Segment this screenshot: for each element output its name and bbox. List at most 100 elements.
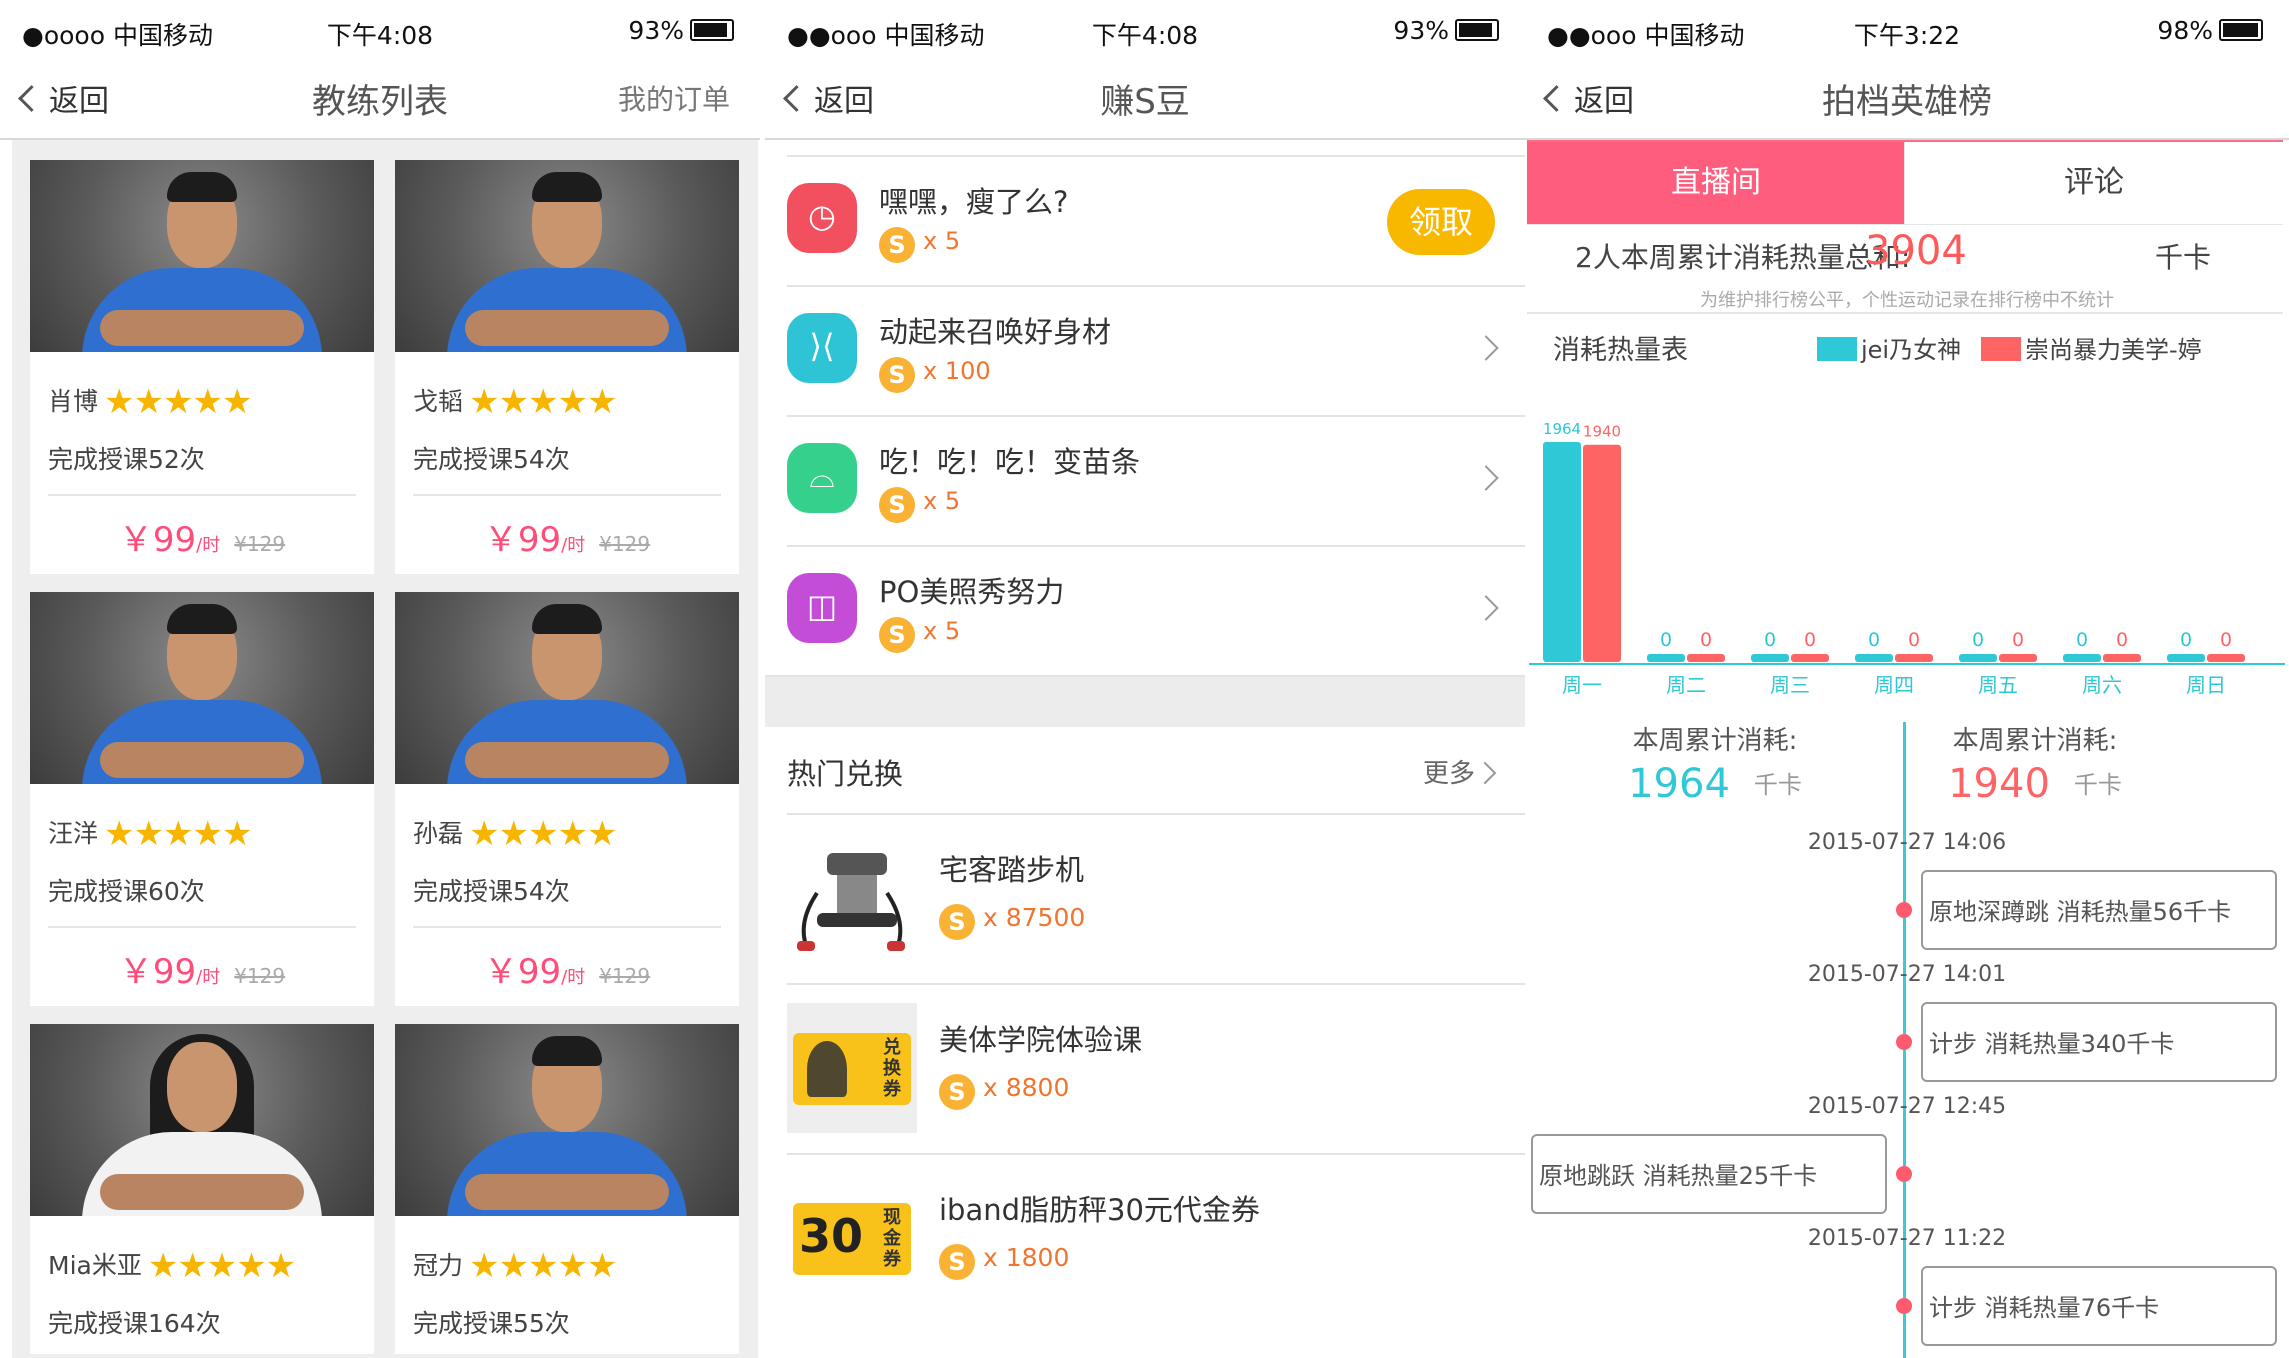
exchange-item[interactable]: 兑换券 美体学院体验课 Sx 8800 (765, 985, 1525, 1155)
arms (100, 742, 304, 778)
s-coin-icon: S (879, 357, 915, 393)
product-name: iband脂肪秤30元代金券 (939, 1193, 1260, 1227)
tab-live-room[interactable]: 直播间 (1527, 142, 1905, 224)
task-row[interactable]: ◷ 嘿嘿，瘦了么? Sx 5 领取 (765, 157, 1525, 287)
exchange-item[interactable]: 30 现金券 iband脂肪秤30元代金券 Sx 1800 (765, 1155, 1525, 1325)
star-rating: ★★★★★ (469, 814, 617, 854)
x-tick-label: 周三 (1770, 673, 1810, 697)
bar-value-label: 0 (2012, 629, 2024, 651)
coach-name-row: 汪洋 ★★★★★ (48, 814, 252, 854)
coach-card[interactable]: 汪洋 ★★★★★ 完成授课60次 ￥99/时 ¥129 (30, 592, 374, 1006)
task-row[interactable]: ⟩⟨ 动起来召唤好身材 Sx 100 (765, 287, 1525, 417)
timeline-timestamp: 2015-07-27 14:06 (1807, 830, 2007, 855)
weekly-total-b: 本周累计消耗: 1940 千卡 (1915, 720, 2155, 807)
price-value: 99 (517, 520, 562, 560)
my-orders-button[interactable]: 我的订单 (618, 78, 730, 118)
coach-card[interactable]: 肖博 ★★★★★ 完成授课52次 ￥99/时 ¥129 (30, 160, 374, 574)
face (167, 1042, 237, 1132)
divider (1527, 312, 2283, 314)
section-title: 热门兑换 (787, 757, 904, 791)
nav-bar: 返回 教练列表 我的订单 (0, 58, 760, 140)
lesson-count: 完成授课52次 (48, 445, 205, 474)
bar-value-label: 0 (2116, 629, 2128, 651)
x-tick-label: 周四 (1874, 673, 1914, 697)
hair (167, 604, 237, 634)
camera-icon: ◫ (787, 573, 857, 643)
coach-photo (395, 160, 739, 352)
legend-label-b: 崇尚暴力美学-婷 (2025, 336, 2202, 364)
weekly-label: 本周累计消耗: (1952, 726, 2118, 756)
divider (48, 494, 356, 496)
price-value: 99 (517, 952, 562, 992)
arms (465, 310, 669, 346)
bar-value-label: 1940 (1583, 423, 1621, 441)
task-row[interactable]: ◫ PO美照秀努力 Sx 5 (765, 547, 1525, 677)
legend-item-b: 崇尚暴力美学-婷 (1981, 330, 2202, 365)
timeline-dot (1896, 902, 1912, 918)
coach-name-row: 冠力 ★★★★★ (413, 1246, 617, 1286)
bar-value-label: 0 (2076, 629, 2088, 651)
hair (532, 172, 602, 202)
task-title: 嘿嘿，瘦了么? (879, 185, 1069, 219)
bar-value-label: 1964 (1543, 420, 1581, 438)
task-reward: Sx 5 (879, 487, 960, 523)
hair (167, 172, 237, 202)
timeline-entry[interactable]: 原地深蹲跳 消耗热量56千卡 (1921, 870, 2277, 950)
task-row[interactable]: ⌓ 吃！吃！吃！变苗条 Sx 5 (765, 417, 1525, 547)
bar-value-label: 0 (1868, 629, 1880, 651)
timeline-dot (1896, 1166, 1912, 1182)
timeline-timestamp: 2015-07-27 11:22 (1807, 1226, 2007, 1251)
price-value: 99 (152, 520, 197, 560)
product-name: 宅客踏步机 (939, 853, 1085, 887)
hero-board-screen: ●●ooo 中国移动 下午3:22 98% 返回 拍档英雄榜 直播间 评论 2人… (1525, 0, 2289, 1358)
coach-card[interactable]: Mia米亚 ★★★★★ 完成授课164次 (30, 1024, 374, 1354)
coach-photo (395, 1024, 739, 1216)
coach-price: ￥99/时 ¥129 (395, 512, 739, 561)
claim-button[interactable]: 领取 (1387, 189, 1495, 255)
weekly-label: 本周累计消耗: (1632, 726, 1798, 756)
weekly-unit: 千卡 (1753, 771, 1802, 799)
legend-label-a: jei乃女神 (1861, 336, 1962, 364)
battery-icon (1455, 19, 1499, 41)
tab-bar: 直播间 评论 (1527, 140, 2283, 225)
legend-swatch-a (1817, 337, 1857, 361)
tab-comments[interactable]: 评论 (1904, 142, 2283, 224)
bar-value-label: 0 (1764, 629, 1776, 651)
battery-indicator: 93% (1393, 16, 1499, 45)
reward-amount: x 5 (923, 227, 961, 255)
bar (1791, 654, 1829, 662)
coach-name-row: 孙磊 ★★★★★ (413, 814, 617, 854)
coach-card[interactable]: 孙磊 ★★★★★ 完成授课54次 ￥99/时 ¥129 (395, 592, 739, 1006)
timeline-entry[interactable]: 原地跳跃 消耗热量25千卡 (1531, 1134, 1887, 1214)
price-amount: x 1800 (983, 1243, 1070, 1272)
bar (1647, 654, 1685, 662)
price-unit: /时 (196, 967, 221, 988)
page-title: 赚S豆 (1100, 82, 1190, 122)
x-tick-label: 周日 (2186, 673, 2226, 697)
coach-photo (30, 592, 374, 784)
timeline-entry[interactable]: 计步 消耗热量340千卡 (1921, 1002, 2277, 1082)
total-label: 2人本周累计消耗热量总和: (1575, 241, 1911, 274)
task-title: PO美照秀努力 (879, 575, 1065, 609)
legend-item-a: jei乃女神 (1817, 330, 1961, 365)
more-link[interactable]: 更多 (1423, 753, 1475, 790)
coach-card[interactable]: 冠力 ★★★★★ 完成授课55次 (395, 1024, 739, 1354)
bar (1895, 654, 1933, 662)
coach-card[interactable]: 戈韬 ★★★★★ 完成授课54次 ￥99/时 ¥129 (395, 160, 739, 574)
timeline-entry[interactable]: 计步 消耗热量76千卡 (1921, 1266, 2277, 1346)
chevron-right-icon (1473, 595, 1499, 621)
coach-name: 冠力 (413, 1251, 464, 1280)
arms (465, 742, 669, 778)
lesson-count: 完成授课55次 (413, 1309, 570, 1338)
status-bar: ●●ooo 中国移动 下午3:22 98% (1525, 0, 2289, 58)
bar-value-label: 0 (1804, 629, 1816, 651)
bar-value-label: 0 (1700, 629, 1712, 651)
battery-percent: 98% (2157, 16, 2213, 45)
earn-beans-screen: ●●ooo 中国移动 下午4:08 93% 返回 赚S豆 ◷ 嘿嘿，瘦了么? Sx … (765, 0, 1525, 1358)
timeline-dot (1896, 1034, 1912, 1050)
exchange-item[interactable]: 宅客踏步机 Sx 87500 (765, 815, 1525, 985)
battery-icon (2219, 19, 2263, 41)
coach-photo (30, 1024, 374, 1216)
battery-indicator: 98% (2157, 16, 2263, 45)
bar (1583, 444, 1621, 662)
